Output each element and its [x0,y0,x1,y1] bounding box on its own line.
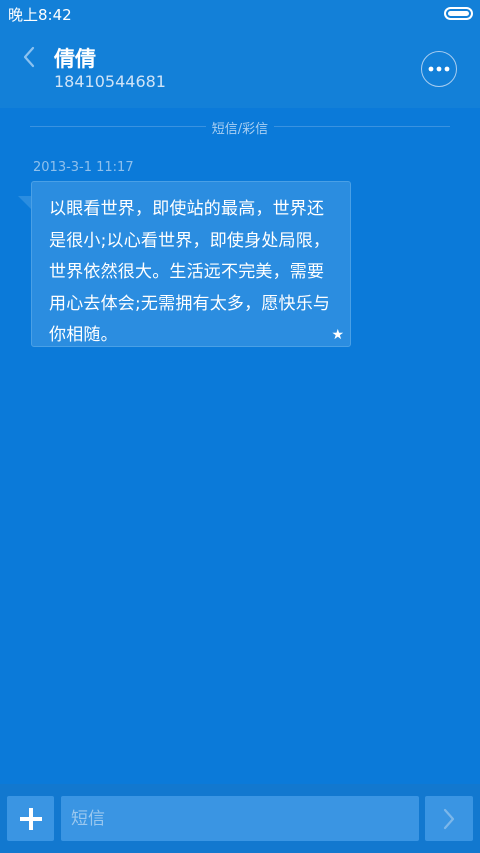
back-button[interactable] [14,42,44,72]
thread-type-divider: 短信/彩信 [0,110,480,140]
conversation-header: 倩倩 18410544681 [0,26,480,108]
plus-icon [19,807,42,830]
send-button[interactable] [425,796,473,841]
bubble-tail [18,196,32,210]
message-bubble[interactable]: 以眼看世界，即使站的最高，世界还是很小;以心看世界，即使身处局限，世界依然很大。… [31,181,351,347]
battery-fill [448,11,469,16]
status-time: 晚上8:42 [8,6,72,24]
sms-input[interactable] [61,796,419,841]
attach-button[interactable] [7,796,54,841]
message-text: 以眼看世界，即使站的最高，世界还是很小;以心看世界，即使身处局限，世界依然很大。… [49,199,331,345]
thread-type-label: 短信/彩信 [205,122,275,137]
more-options-button[interactable] [421,51,457,87]
message-timestamp: 2013-3-1 11:17 [33,160,134,175]
contact-name: 倩倩 [54,47,96,71]
battery-icon [444,7,473,20]
chevron-left-icon [23,46,35,68]
chevron-right-icon [443,808,455,829]
composer-bar [0,784,480,853]
more-dots-icon [428,66,450,72]
status-bar: 晚上8:42 [0,0,480,26]
star-icon: ★ [331,327,344,343]
contact-number: 18410544681 [54,72,166,91]
